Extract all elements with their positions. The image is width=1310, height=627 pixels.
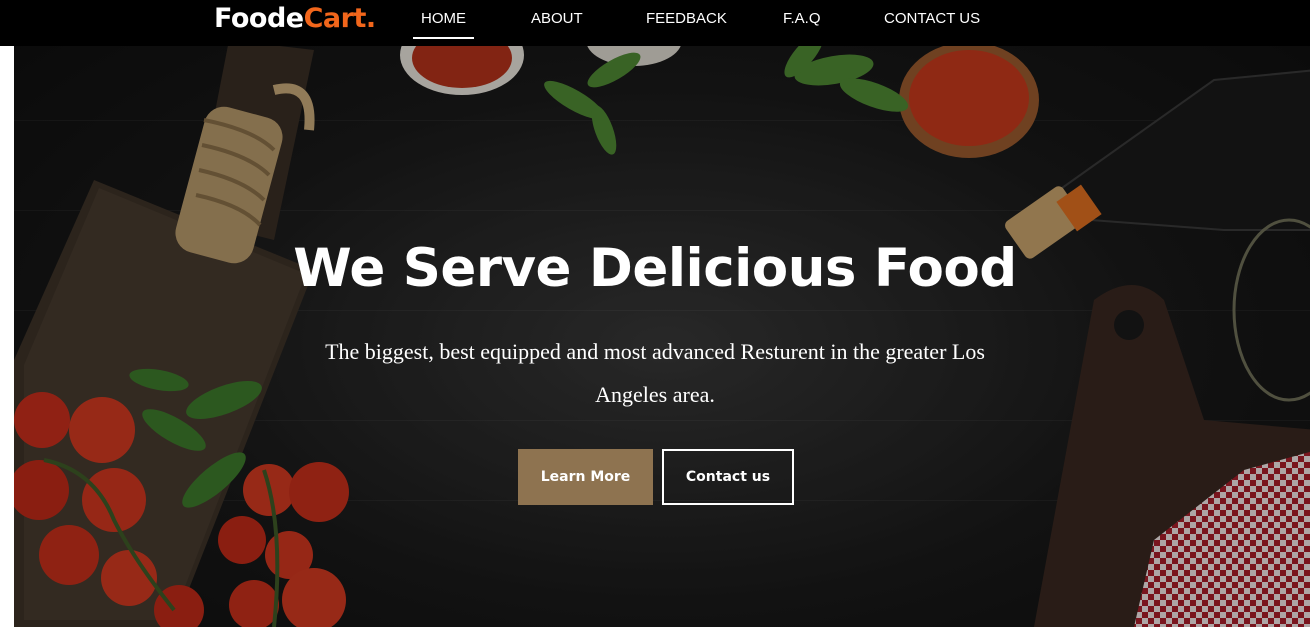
nav-link-home[interactable]: HOME [421, 10, 466, 27]
logo-main-text: Foode [214, 3, 304, 34]
nav-link-feedback[interactable]: FEEDBACK [646, 10, 727, 27]
hero-headline: We Serve Delicious Food [293, 238, 1017, 299]
nav-link-contact-us[interactable]: CONTACT US [884, 10, 980, 27]
hero-section [14, 0, 1310, 627]
hero-subtitle: The biggest, best equipped and most adva… [325, 339, 985, 407]
logo-accent-text: Cart. [303, 3, 377, 34]
contact-us-button[interactable]: Contact us [662, 449, 794, 505]
food-background-illustration [14, 0, 1310, 627]
nav-link-about[interactable]: ABOUT [531, 10, 583, 27]
brand-logo[interactable]: FoodeCart. [214, 3, 376, 34]
nav-link-faq[interactable]: F.A.Q [783, 10, 821, 27]
page-frame [0, 0, 1310, 627]
navbar: FoodeCart. HOME ABOUT FEEDBACK F.A.Q CON… [0, 0, 1310, 46]
active-nav-indicator [413, 37, 474, 39]
learn-more-button[interactable]: Learn More [518, 449, 653, 505]
